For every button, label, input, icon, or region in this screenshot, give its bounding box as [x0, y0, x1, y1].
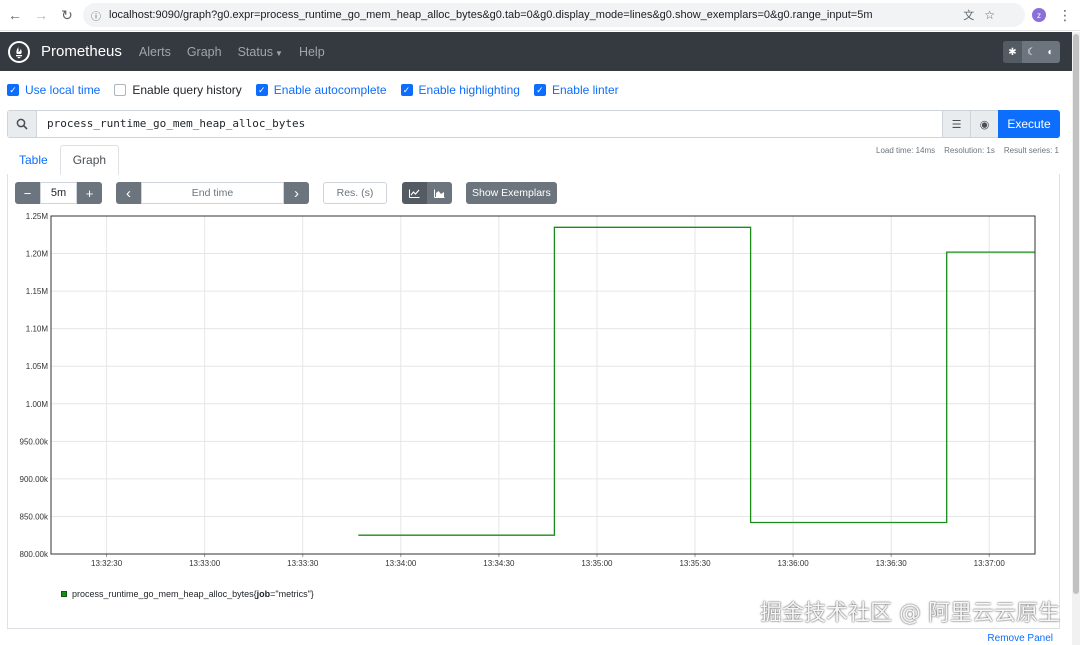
chart-grid	[51, 215, 1035, 555]
plot-frame	[50, 215, 1036, 555]
y-tick-label: 900.00k	[20, 475, 49, 484]
x-tick-label: 13:32:30	[91, 559, 123, 568]
x-tick-label: 13:37:00	[974, 559, 1006, 568]
x-tick-label: 13:34:00	[385, 559, 417, 568]
y-tick-label: 1.05M	[26, 362, 49, 371]
x-tick-label: 13:36:00	[778, 559, 810, 568]
x-tick-label: 13:35:30	[679, 559, 711, 568]
y-tick-label: 1.25M	[26, 212, 49, 221]
y-tick-label: 1.10M	[26, 325, 49, 334]
y-tick-label: 950.00k	[20, 437, 49, 446]
series-layer	[358, 226, 1035, 536]
scrollbar-thumb[interactable]	[1073, 34, 1079, 594]
y-tick-label: 1.20M	[26, 250, 49, 259]
legend-swatch	[61, 591, 67, 597]
time-series-chart: 800.00k 850.00k 900.00k 950.00k 1.00M 1.05M 1.…	[20, 212, 1036, 568]
series-line	[358, 226, 1035, 536]
watermark-text: 掘金技术社区 @ 阿里云云原生	[760, 601, 1060, 626]
x-tick-label: 13:34:30	[483, 559, 515, 568]
x-tick-label: 13:36:30	[876, 559, 908, 568]
x-tick-label: 13:35:00	[581, 559, 613, 568]
y-tick-label: 850.00k	[20, 512, 49, 521]
y-tick-label: 800.00k	[20, 550, 49, 559]
legend-label-key: job	[256, 589, 271, 599]
remove-panel-link[interactable]: Remove Panel	[987, 633, 1053, 644]
legend-label-value: "metrics"	[275, 589, 311, 599]
x-axis: 13:32:30 13:33:00 13:33:30 13:34:00 13:34:30…	[91, 554, 1005, 568]
legend-metric: process_runtime_go_mem_heap_alloc_bytes	[72, 589, 254, 599]
x-tick-label: 13:33:00	[189, 559, 221, 568]
y-tick-label: 1.15M	[26, 287, 49, 296]
x-tick-label: 13:33:30	[287, 559, 319, 568]
y-tick-label: 1.00M	[26, 400, 49, 409]
y-axis: 800.00k 850.00k 900.00k 950.00k 1.00M 1.05M 1.…	[20, 212, 49, 559]
legend-brace-close: }	[310, 589, 314, 599]
legend-item[interactable]: process_runtime_go_mem_heap_alloc_bytes{…	[61, 589, 314, 599]
